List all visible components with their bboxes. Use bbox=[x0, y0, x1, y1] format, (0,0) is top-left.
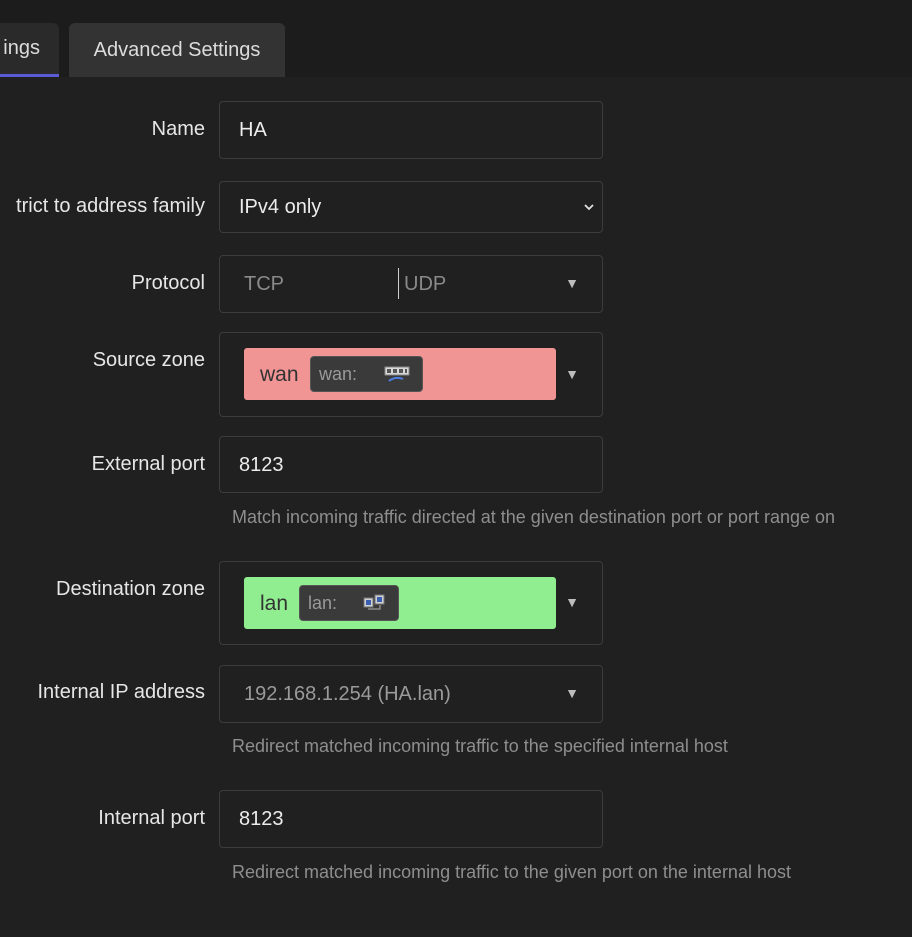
triangle-down-icon: ▼ bbox=[565, 594, 579, 610]
protocol-option-udp: UDP bbox=[404, 273, 447, 295]
zone-name: wan bbox=[260, 363, 299, 386]
triangle-down-icon: ▼ bbox=[565, 366, 579, 382]
interface-label: lan: bbox=[308, 593, 338, 613]
zone-badge-lan: lan lan: bbox=[244, 577, 556, 629]
tab-advanced-settings[interactable]: Advanced Settings bbox=[69, 23, 285, 77]
text-cursor bbox=[398, 268, 399, 299]
zone-name: lan bbox=[260, 592, 289, 615]
chevron-down-icon bbox=[584, 204, 594, 211]
address-family-value: IPv4 only bbox=[239, 196, 322, 218]
internal-port-value: 8123 bbox=[239, 808, 284, 830]
source-zone-label: Source zone bbox=[92, 349, 205, 371]
internal-port-input[interactable]: 8123 bbox=[219, 790, 603, 848]
interface-chip: lan: bbox=[299, 585, 399, 621]
external-port-hint: Match incoming traffic directed at the g… bbox=[232, 507, 836, 527]
tab-advanced-label: Advanced Settings bbox=[93, 38, 261, 61]
name-label: Name bbox=[151, 118, 205, 140]
internal-ip-hint: Redirect matched incoming traffic to the… bbox=[232, 736, 728, 756]
source-zone-dropdown[interactable]: wan wan: ▼ bbox=[219, 332, 603, 417]
destination-zone-label: Destination zone bbox=[56, 578, 205, 600]
external-port-value: 8123 bbox=[239, 454, 284, 476]
network-ports-icon bbox=[384, 366, 410, 382]
triangle-down-icon: ▼ bbox=[565, 275, 579, 291]
internal-ip-value: 192.168.1.254 (HA.lan) bbox=[244, 683, 451, 705]
destination-zone-dropdown[interactable]: lan lan: ▼ bbox=[219, 561, 603, 645]
tab-general-settings[interactable]: ings bbox=[0, 23, 59, 77]
external-port-input[interactable]: 8123 bbox=[219, 436, 603, 493]
internal-port-label: Internal port bbox=[98, 807, 205, 829]
protocol-option-tcp: TCP bbox=[244, 273, 284, 295]
tab-general-label: ings bbox=[3, 37, 40, 59]
internal-port-hint: Redirect matched incoming traffic to the… bbox=[232, 862, 791, 882]
internal-ip-dropdown[interactable]: 192.168.1.254 (HA.lan) ▼ bbox=[219, 665, 603, 723]
address-family-label: trict to address family bbox=[16, 195, 205, 217]
address-family-select[interactable]: IPv4 only bbox=[219, 181, 603, 233]
protocol-label: Protocol bbox=[131, 272, 205, 294]
external-port-label: External port bbox=[91, 453, 205, 475]
name-input[interactable]: HA bbox=[219, 101, 603, 159]
tab-bar: ings Advanced Settings bbox=[0, 0, 912, 77]
name-input-value: HA bbox=[239, 119, 267, 141]
interface-label: wan: bbox=[319, 364, 358, 384]
bridge-icon bbox=[363, 594, 385, 610]
zone-badge-wan: wan wan: bbox=[244, 348, 556, 400]
internal-ip-label: Internal IP address bbox=[37, 681, 205, 703]
protocol-dropdown[interactable]: TCP UDP ▼ bbox=[219, 255, 603, 313]
interface-chip: wan: bbox=[310, 356, 423, 392]
triangle-down-icon: ▼ bbox=[565, 685, 579, 701]
